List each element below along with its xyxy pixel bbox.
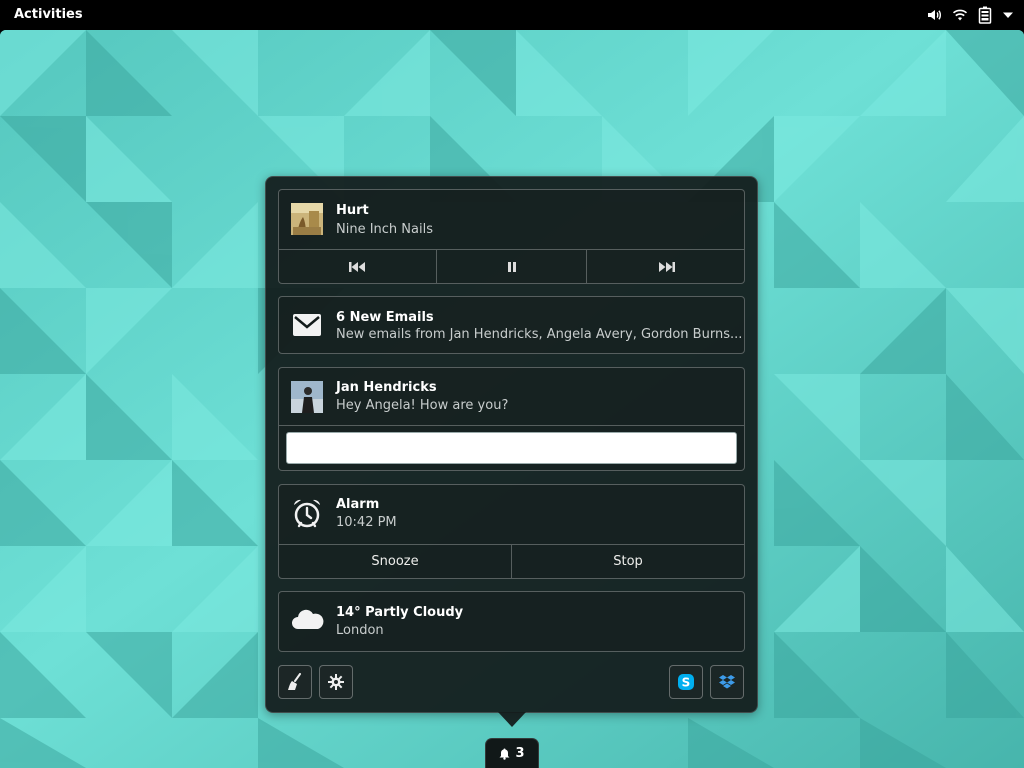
message-tray: Hurt Nine Inch Nails 6 New Emails New em… (265, 176, 758, 713)
previous-track-icon (348, 261, 365, 272)
next-track-button[interactable] (587, 250, 744, 283)
track-title: Hurt (336, 203, 369, 218)
weather-title: 14° Partly Cloudy (336, 605, 464, 620)
next-track-icon (658, 261, 675, 272)
skype-tray-button[interactable]: S (669, 665, 703, 699)
previous-track-button[interactable] (279, 250, 437, 283)
status-area[interactable] (926, 5, 1014, 25)
contact-avatar (291, 381, 323, 413)
snooze-button[interactable]: Snooze (279, 545, 512, 578)
settings-gear-icon (328, 674, 344, 690)
dropdown-arrow-icon[interactable] (1002, 9, 1014, 21)
email-body: New emails from Jan Hendricks, Angela Av… (336, 327, 743, 342)
stop-button[interactable]: Stop (512, 545, 744, 578)
alarm-header: Alarm 10:42 PM (279, 485, 744, 543)
alarm-actions: Snooze Stop (279, 544, 744, 578)
notification-indicator[interactable]: 3 (485, 738, 539, 768)
top-bar: Activities (0, 0, 1024, 30)
bell-icon (499, 748, 510, 760)
chat-message: Hey Angela! How are you? (336, 398, 509, 413)
tray-pointer (498, 712, 526, 727)
weather-notification[interactable]: 14° Partly Cloudy London (278, 591, 745, 652)
mail-icon (293, 314, 321, 336)
alarm-clock-icon (294, 499, 320, 528)
alarm-title: Alarm (336, 497, 380, 512)
clear-notifications-button[interactable] (278, 665, 312, 699)
notification-settings-button[interactable] (319, 665, 353, 699)
email-header: 6 New Emails New emails from Jan Hendric… (279, 297, 744, 355)
svg-text:S: S (682, 676, 691, 690)
alarm-notification[interactable]: Alarm 10:42 PM Snooze Stop (278, 484, 745, 579)
email-notification[interactable]: 6 New Emails New emails from Jan Hendric… (278, 296, 745, 354)
battery-icon[interactable] (978, 6, 992, 24)
alarm-time: 10:42 PM (336, 515, 397, 530)
pause-button[interactable] (437, 250, 587, 283)
chat-header: Jan Hendricks Hey Angela! How are you? (279, 368, 744, 426)
weather-header: 14° Partly Cloudy London (279, 592, 744, 650)
clear-broom-icon (288, 673, 301, 690)
media-controls (279, 249, 744, 283)
pause-icon (507, 261, 516, 272)
dropbox-tray-button[interactable] (710, 665, 744, 699)
track-artist: Nine Inch Nails (336, 222, 433, 237)
chat-notification[interactable]: Jan Hendricks Hey Angela! How are you? (278, 367, 745, 471)
contact-name: Jan Hendricks (336, 380, 437, 395)
reply-divider (279, 425, 744, 426)
activities-button[interactable]: Activities (14, 7, 83, 22)
volume-icon[interactable] (926, 7, 942, 23)
reply-input[interactable] (286, 432, 737, 464)
media-header: Hurt Nine Inch Nails (279, 190, 744, 248)
dropbox-icon (719, 675, 735, 689)
weather-location: London (336, 623, 384, 638)
notification-count: 3 (515, 746, 525, 761)
album-art-icon (291, 203, 323, 235)
media-notification[interactable]: Hurt Nine Inch Nails (278, 189, 745, 284)
wifi-icon[interactable] (952, 7, 968, 23)
email-title: 6 New Emails (336, 310, 434, 325)
skype-icon: S (678, 674, 694, 690)
cloud-icon (292, 609, 324, 629)
